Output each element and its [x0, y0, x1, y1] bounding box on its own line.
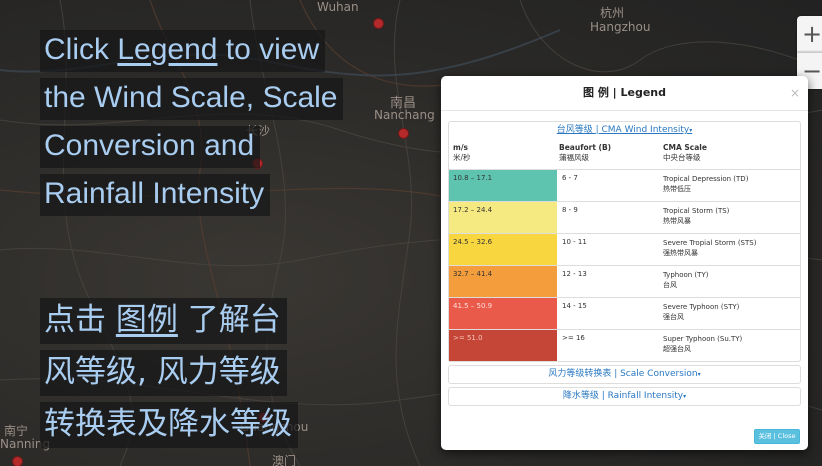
speed-cell: 17.2 – 24.4: [449, 202, 557, 233]
scale-conversion-title: 风力等级转换表 | Scale Conversion: [548, 369, 698, 379]
cma-scale-zh: 热带风暴: [663, 217, 691, 225]
legend-modal: 图 例 | Legend × 台风等级 | CMA Wind Intensity…: [441, 76, 808, 450]
instruction-text: 了解台: [177, 302, 281, 338]
city-pin-nanning[interactable]: [12, 456, 23, 466]
wind-table-body: 10.8 – 17.1 6 - 7 Tropical Depression (TD)…: [449, 170, 800, 361]
instruction-text: Click: [44, 33, 118, 66]
cma-scale-zh: 强台风: [663, 313, 684, 321]
cma-scale-cell: Severe Tropial Storm (STS) 强热带风暴: [663, 234, 800, 265]
instruction-text: to view: [217, 33, 320, 66]
instruction-zh-line-1: 点击 图例 了解台: [40, 298, 287, 344]
cma-scale-cell: Tropical Depression (TD) 热带低压: [663, 170, 800, 201]
modal-title: 图 例 | Legend: [582, 86, 666, 99]
col-speed: m/s 米/秒: [449, 138, 557, 169]
rainfall-intensity-toggle[interactable]: 降水等级 | Rainfall Intensity▾: [448, 387, 801, 406]
modal-close-icon[interactable]: ×: [790, 76, 800, 110]
col-beaufort-en: Beaufort (B): [559, 143, 612, 152]
speed-cell: 24.5 – 32.6: [449, 234, 557, 265]
city-label-nanchang: Nanchang: [374, 108, 435, 122]
wind-table-row: 24.5 – 32.6 10 - 11 Severe Tropial Storm (…: [449, 234, 800, 266]
col-cma-scale: CMA Scale 中央台等级: [663, 138, 800, 169]
cma-scale-zh: 超强台风: [663, 345, 691, 353]
city-label-macau: 澳门: [272, 454, 297, 466]
modal-header: 图 例 | Legend ×: [441, 76, 808, 111]
instruction-zh-line-2: 风等级, 风力等级: [40, 350, 287, 396]
instruction-english: Click Legend to view the Wind Scale, Sca…: [40, 30, 344, 222]
caret-down-icon: ▾: [697, 371, 701, 378]
col-beaufort-zh: 蒲福风级: [559, 153, 589, 162]
cma-scale-cell: Tropical Storm (TS) 热带风暴: [663, 202, 800, 233]
col-beaufort: Beaufort (B) 蒲福风级: [557, 138, 663, 169]
speed-cell: 10.8 – 17.1: [449, 170, 557, 201]
cma-scale-en: Tropical Depression (TD): [663, 175, 749, 183]
wind-table-header: m/s 米/秒 Beaufort (B) 蒲福风级 CMA Scale 中央台等级: [449, 138, 800, 170]
wind-intensity-panel: 台风等级 | CMA Wind Intensity▾ m/s 米/秒 Beaufo…: [448, 121, 801, 362]
instruction-en-line-1: Click Legend to view: [40, 30, 326, 72]
speed-cell: 41.5 – 50.9: [449, 298, 557, 329]
wind-table-row: 32.7 – 41.4 12 - 13 Typhoon (TY) 台风: [449, 266, 800, 298]
wind-intensity-title: 台风等级 | CMA Wind Intensity: [556, 125, 690, 135]
legend-link-text-zh: 图例: [115, 302, 178, 338]
cma-scale-cell: Super Typhoon (Su.TY) 超强台风: [663, 330, 800, 361]
wind-table-row: 41.5 – 50.9 14 - 15 Severe Typhoon (STY) 强台…: [449, 298, 800, 330]
beaufort-cell: 14 - 15: [562, 302, 587, 310]
cma-scale-en: Tropical Storm (TS): [663, 207, 730, 215]
speed-cell: >= 51.0: [449, 330, 557, 361]
wind-table-row: 17.2 – 24.4 8 - 9 Tropical Storm (TS) 热带风暴: [449, 202, 800, 234]
beaufort-cell: 6 - 7: [562, 174, 578, 182]
caret-down-icon: ▾: [689, 127, 693, 134]
speed-cell: 32.7 – 41.4: [449, 266, 557, 297]
beaufort-cell: 12 - 13: [562, 270, 587, 278]
zoom-in-button[interactable]: +: [797, 16, 822, 52]
caret-down-icon: ▾: [683, 393, 687, 400]
instruction-chinese: 点击 图例 了解台 风等级, 风力等级 转换表及降水等级: [40, 298, 298, 454]
instruction-text: 点击: [44, 302, 116, 338]
cma-scale-en: Super Typhoon (Su.TY): [663, 335, 743, 343]
beaufort-cell: 10 - 11: [562, 238, 587, 246]
rainfall-intensity-title: 降水等级 | Rainfall Intensity: [562, 391, 684, 401]
col-speed-zh: 米/秒: [453, 153, 471, 162]
col-cma-zh: 中央台等级: [663, 153, 701, 162]
legend-link-text: Legend: [117, 33, 218, 66]
instruction-en-line-3: Conversion and: [40, 126, 261, 168]
wind-table-row: >= 51.0 >= 16 Super Typhoon (Su.TY) 超强台风: [449, 330, 800, 361]
cma-scale-zh: 热带低压: [663, 185, 691, 193]
city-label-wuhan: Wuhan: [317, 0, 359, 14]
city-pin-wuhan[interactable]: [373, 18, 384, 29]
beaufort-cell: 8 - 9: [562, 206, 578, 214]
wind-table-row: 10.8 – 17.1 6 - 7 Tropical Depression (TD)…: [449, 170, 800, 202]
col-speed-en: m/s: [453, 143, 469, 152]
instruction-en-line-2: the Wind Scale, Scale: [40, 78, 344, 120]
instruction-zh-line-3: 转换表及降水等级: [40, 402, 298, 448]
city-label-hangzhou-zh: 杭州: [600, 6, 625, 20]
wind-intensity-toggle[interactable]: 台风等级 | CMA Wind Intensity▾: [449, 122, 800, 138]
city-label-hangzhou: Hangzhou: [590, 20, 651, 34]
close-button[interactable]: 关闭 | Close: [754, 429, 800, 444]
cma-scale-en: Severe Typhoon (STY): [663, 303, 740, 311]
cma-scale-en: Typhoon (TY): [663, 271, 709, 279]
cma-scale-en: Severe Tropial Storm (STS): [663, 239, 757, 247]
cma-scale-cell: Severe Typhoon (STY) 强台风: [663, 298, 800, 329]
cma-scale-zh: 台风: [663, 281, 677, 289]
instruction-en-line-4: Rainfall Intensity: [40, 174, 271, 216]
cma-scale-zh: 强热带风暴: [663, 249, 698, 257]
beaufort-cell: >= 16: [562, 334, 585, 342]
city-pin-nanchang[interactable]: [398, 128, 409, 139]
col-cma-en: CMA Scale: [663, 143, 707, 152]
scale-conversion-toggle[interactable]: 风力等级转换表 | Scale Conversion▾: [448, 365, 801, 384]
cma-scale-cell: Typhoon (TY) 台风: [663, 266, 800, 297]
